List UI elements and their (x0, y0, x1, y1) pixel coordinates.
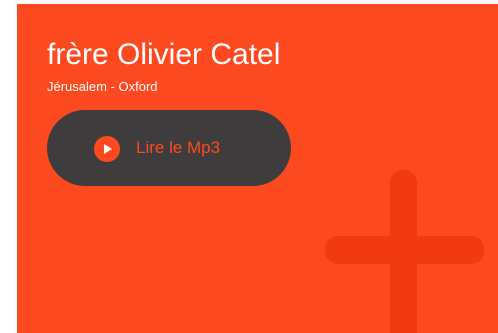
cross-icon-bar (325, 236, 484, 264)
play-button-label: Lire le Mp3 (136, 138, 221, 157)
subtitle: Jérusalem - Oxford (47, 79, 158, 94)
card: frère Olivier Catel Jérusalem - Oxford L… (17, 4, 498, 333)
play-icon (94, 136, 120, 162)
play-mp3-button[interactable]: Lire le Mp3 (47, 110, 291, 186)
page-title: frère Olivier Catel (47, 38, 281, 71)
